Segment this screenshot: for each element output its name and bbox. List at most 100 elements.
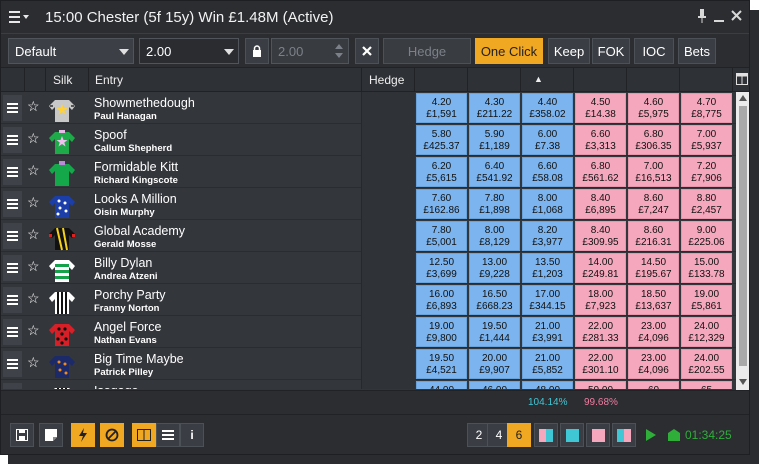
lay-price-cell[interactable]: 60 (628, 381, 679, 389)
lay-price-cell[interactable]: 9.00 £225.06 (681, 221, 732, 251)
columns-icon[interactable] (736, 73, 748, 88)
runner-menu-button[interactable] (3, 95, 22, 121)
lay-price-cell[interactable]: 23.00 £4,096 (628, 317, 679, 347)
runner-name[interactable]: Formidable Kitt (94, 160, 178, 174)
back-price-cell[interactable]: 13.50 £1,203 (522, 253, 573, 283)
clear-button[interactable] (355, 38, 379, 64)
lay-price-cell[interactable]: 24.00 £12,329 (681, 317, 732, 347)
lay-price-cell[interactable]: 4.70 £8,775 (681, 93, 732, 123)
fok-button[interactable]: FOK (592, 38, 630, 64)
menu-icon[interactable] (9, 10, 31, 24)
hedge-cell[interactable] (361, 92, 415, 124)
back-price-cell[interactable]: 19.00 £9,800 (416, 317, 467, 347)
back-price-cell[interactable]: 46.00 (469, 381, 520, 389)
scroll-down-icon[interactable] (739, 379, 747, 385)
back-price-cell[interactable]: 7.60 £162.86 (416, 189, 467, 219)
star-icon[interactable]: ☆ (27, 98, 40, 115)
table-row[interactable]: ☆ Angel Force Nathan Evans 19.00 £9,800 … (1, 316, 736, 348)
back-price-cell[interactable]: 5.90 £1,189 (469, 125, 520, 155)
back-price-cell[interactable]: 8.00 £8,129 (469, 221, 520, 251)
back-price-cell[interactable]: 6.40 £541.92 (469, 157, 520, 187)
save-button[interactable] (10, 423, 34, 447)
minimize-icon[interactable] (714, 9, 724, 26)
lightning-button[interactable] (71, 423, 95, 447)
ioc-button[interactable]: IOC (634, 38, 674, 64)
hedge-cell[interactable] (361, 156, 415, 188)
scrollbar-thumb[interactable] (739, 106, 747, 366)
lay-price-cell[interactable]: 8.60 £216.31 (628, 221, 679, 251)
back-price-cell[interactable]: 8.00 £1,068 (522, 189, 573, 219)
lay-price-cell[interactable]: 18.00 £7,923 (575, 285, 626, 315)
hedge-cell[interactable] (361, 124, 415, 156)
runner-name[interactable]: Angel Force (94, 320, 161, 334)
hedge-cell[interactable] (361, 252, 415, 284)
lay-price-cell[interactable]: 8.40 £6,895 (575, 189, 626, 219)
back-price-cell[interactable]: 4.30 £211.22 (469, 93, 520, 123)
lay-price-cell[interactable]: 15.00 £133.78 (681, 253, 732, 283)
hedge-cell[interactable] (361, 284, 415, 316)
runner-name[interactable]: Global Academy (94, 224, 185, 238)
column-silk[interactable]: Silk (53, 73, 72, 87)
star-icon[interactable]: ☆ (27, 386, 40, 389)
lay-price-cell[interactable]: 18.50 £13,637 (628, 285, 679, 315)
back-price-cell[interactable]: 12.50 £3,699 (416, 253, 467, 283)
back-lay-color-button[interactable] (534, 423, 558, 447)
runner-name[interactable]: Looks A Million (94, 192, 177, 206)
lay-price-cell[interactable]: 4.60 £5,975 (628, 93, 679, 123)
lay-price-cell[interactable]: 22.00 £281.33 (575, 317, 626, 347)
lay-price-cell[interactable]: 24.00 £202.55 (681, 349, 732, 379)
table-row[interactable]: ☆ Looks A Million Oisin Murphy 7.60 £162… (1, 188, 736, 220)
runner-menu-button[interactable] (3, 319, 22, 345)
table-row[interactable]: ☆ Big Time Maybe Patrick Pilley 19.50 £4… (1, 348, 736, 380)
runner-name[interactable]: Spoof (94, 128, 127, 142)
lay-price-cell[interactable]: 4.50 £14.38 (575, 93, 626, 123)
runner-menu-button[interactable] (3, 127, 22, 153)
back-price-cell[interactable]: 8.20 £3,977 (522, 221, 573, 251)
star-icon[interactable]: ☆ (27, 194, 40, 211)
runner-name[interactable]: Billy Dylan (94, 256, 152, 270)
play-icon[interactable] (646, 428, 656, 446)
star-icon[interactable]: ☆ (27, 226, 40, 243)
runner-name[interactable]: Showmethedough (94, 96, 195, 110)
star-icon[interactable]: ☆ (27, 162, 40, 179)
table-row[interactable]: ☆ Showmethedough Paul Hanagan 4.20 £1,59… (1, 92, 736, 124)
odds-input[interactable]: 2.00 (271, 38, 349, 64)
table-row[interactable]: ☆ Formidable Kitt Richard Kingscote 6.20… (1, 156, 736, 188)
column-entry[interactable]: Entry (95, 73, 123, 87)
table-row[interactable]: ☆ Spoof Callum Shepherd 5.80 £425.37 5.9… (1, 124, 736, 156)
star-icon[interactable]: ☆ (27, 322, 40, 339)
back-price-cell[interactable]: 4.20 £1,591 (416, 93, 467, 123)
one-click-button[interactable]: One Click (475, 38, 543, 64)
back-price-cell[interactable]: 5.80 £425.37 (416, 125, 467, 155)
notes-button[interactable] (39, 423, 63, 447)
hedge-button[interactable]: Hedge (383, 38, 471, 64)
back-price-cell[interactable]: 13.00 £9,228 (469, 253, 520, 283)
back-price-cell[interactable]: 16.50 £668.23 (469, 285, 520, 315)
lay-price-cell[interactable]: 8.80 £2,457 (681, 189, 732, 219)
hedge-cell[interactable] (361, 316, 415, 348)
back-price-cell[interactable]: 19.50 £4,521 (416, 349, 467, 379)
runner-menu-button[interactable] (3, 287, 22, 313)
back-price-cell[interactable]: 21.00 £5,852 (522, 349, 573, 379)
star-icon[interactable]: ☆ (27, 290, 40, 307)
lay-price-cell[interactable]: 14.00 £249.81 (575, 253, 626, 283)
split-view-button[interactable] (132, 423, 156, 447)
scroll-up-icon[interactable] (739, 95, 747, 101)
mixed-color-button[interactable] (612, 423, 636, 447)
back-price-cell[interactable]: 21.00 £3,991 (522, 317, 573, 347)
back-price-cell[interactable]: 6.00 £7.38 (522, 125, 573, 155)
star-icon[interactable]: ☆ (27, 354, 40, 371)
bets-button[interactable]: Bets (678, 38, 716, 64)
runner-menu-button[interactable] (3, 159, 22, 185)
back-price-cell[interactable]: 4.40 £358.02 (522, 93, 573, 123)
lay-price-cell[interactable]: 7.00 £5,937 (681, 125, 732, 155)
table-row[interactable]: ☆ Global Academy Gerald Mosse 7.80 £5,00… (1, 220, 736, 252)
runner-name[interactable]: Big Time Maybe (94, 352, 184, 366)
lay-price-cell[interactable]: 22.00 £301.10 (575, 349, 626, 379)
info-button[interactable]: i (180, 423, 204, 447)
lay-price-cell[interactable]: 6.80 £561.62 (575, 157, 626, 187)
sort-arrow-icon[interactable]: ▲ (534, 74, 543, 84)
back-price-cell[interactable]: 17.00 £344.15 (522, 285, 573, 315)
lay-price-cell[interactable]: 7.00 £16,513 (628, 157, 679, 187)
profile-select[interactable]: Default (8, 38, 134, 64)
